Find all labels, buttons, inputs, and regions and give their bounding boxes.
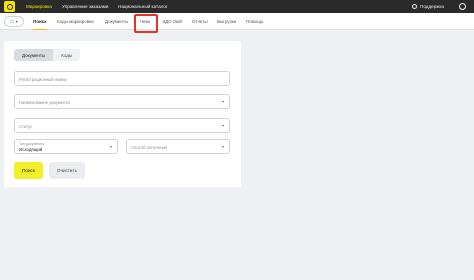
organization-switcher-button[interactable]: ⌂ ▾ [4,16,24,27]
chevron-down-icon: ▾ [15,19,18,24]
tab-edo-lite[interactable]: ЭДО Лайт [162,13,183,30]
segment-codes[interactable]: Коды [53,49,81,61]
chevron-down-icon [222,101,224,103]
chevron-down-icon [110,146,112,148]
status-select[interactable]: Статус [14,118,230,133]
reg-number-input[interactable]: Регистрационный номер [14,71,230,86]
doc-type-select[interactable]: Тип документа Исходящий [14,139,118,154]
topnav-order-management[interactable]: Управление заказами [62,0,108,13]
tab-help[interactable]: Помощь [246,13,263,30]
top-navbar: Маркировка Управление заказами Националь… [0,0,474,13]
clear-button[interactable]: Очистить [49,162,85,179]
search-form-card: Документы Коды Регистрационный номер Наи… [4,41,241,187]
topnav-national-catalog[interactable]: Национальный каталог [118,0,168,13]
topnav-marking[interactable]: Маркировка [26,0,52,13]
search-button[interactable]: Поиск [14,162,43,179]
chevron-down-icon [222,146,224,148]
tab-search[interactable]: Поиск [33,13,47,30]
reg-number-placeholder: Регистрационный номер [19,77,67,82]
receive-method-select[interactable]: Способ получения [126,139,230,154]
chevron-down-icon [222,125,224,127]
logo-icon[interactable] [4,1,15,12]
tab-marking-codes[interactable]: Коды маркировки [57,13,94,30]
tab-exports[interactable]: Выгрузки [217,13,236,30]
headset-icon [412,4,418,9]
segment-documents[interactable]: Документы [14,49,54,61]
doc-name-select[interactable]: Наименование документа [14,94,230,109]
doc-type-value: Исходящий [19,147,43,152]
highlight-box [134,14,158,33]
user-icon[interactable] [459,3,466,10]
status-placeholder: Статус [19,124,33,129]
support-label: Поддержка [420,4,444,9]
doc-name-placeholder: Наименование документа [19,100,70,105]
support-link[interactable]: Поддержка [412,0,444,13]
receive-method-placeholder: Способ получения [131,145,168,150]
search-type-toggle: Документы Коды [14,49,81,61]
doc-type-label: Тип документа [19,142,44,146]
tab-reports[interactable]: Отчеты [192,13,208,30]
tab-documents[interactable]: Документы [105,13,128,30]
building-icon: ⌂ [10,18,14,25]
